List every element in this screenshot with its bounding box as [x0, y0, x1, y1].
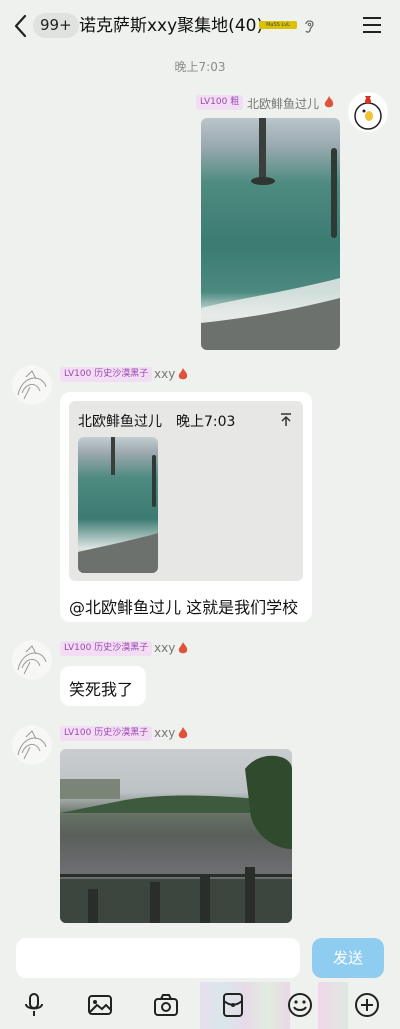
sender-name[interactable]: xxy	[154, 726, 175, 740]
level-badge: LV100 历史沙漠黑子	[60, 726, 153, 741]
emoji-icon[interactable]	[287, 992, 313, 1018]
sender-name[interactable]: xxy	[154, 641, 175, 655]
message-bubble[interactable]: 笑死我了	[60, 666, 146, 706]
sketch-avatar-icon	[17, 730, 47, 760]
menu-icon[interactable]	[362, 16, 382, 34]
level-badge: LV100 历史沙漠黑子	[60, 641, 153, 656]
message-bubble[interactable]: 北欧鲱鱼过儿 晚上7:03 @北欧鲱鱼过儿 这就是我们学校	[60, 392, 312, 622]
penguin-avatar-icon	[354, 96, 382, 130]
group-title: 诺克萨斯xxy聚集地(40)	[79, 16, 264, 36]
message-text: 笑死我了	[69, 680, 134, 699]
group-tag-badge: MaSS LvL	[259, 21, 297, 29]
thumbnail-image	[78, 437, 158, 573]
message-timestamp: 晚上7:03	[174, 60, 226, 74]
flooded-lake-image	[60, 755, 292, 923]
plus-icon[interactable]	[354, 992, 380, 1018]
sender-name[interactable]: 北欧鲱鱼过儿	[247, 95, 319, 112]
level-badge: LV100 粗	[196, 95, 244, 110]
shared-image[interactable]	[201, 118, 340, 350]
mic-icon[interactable]	[21, 992, 47, 1018]
message-input[interactable]	[16, 938, 300, 978]
unread-count-badge[interactable]: 99+	[33, 13, 79, 38]
avatar[interactable]	[12, 640, 52, 680]
send-button[interactable]: 发送	[312, 938, 384, 978]
chat-header: 99+ 诺克萨斯xxy聚集地(40) MaSS LvL	[0, 0, 400, 52]
flame-icon	[178, 642, 188, 654]
flame-icon	[324, 96, 334, 108]
message-input-area: 发送	[0, 932, 400, 982]
camera-icon[interactable]	[153, 992, 179, 1018]
bottom-toolbar	[0, 982, 400, 1029]
quoted-message[interactable]: 北欧鲱鱼过儿 晚上7:03	[69, 401, 303, 581]
level-badge: LV100 历史沙漠黑子	[60, 367, 153, 382]
sketch-avatar-icon	[17, 370, 47, 400]
avatar[interactable]	[12, 365, 52, 405]
quote-time: 晚上7:03	[176, 414, 236, 430]
flooded-street-image	[201, 118, 340, 350]
flame-icon	[178, 727, 188, 739]
shared-image[interactable]	[60, 749, 292, 923]
avatar[interactable]	[12, 725, 52, 765]
image-icon[interactable]	[87, 992, 113, 1018]
quoted-image-thumbnail[interactable]	[78, 437, 158, 573]
decorative-strip	[318, 982, 348, 1029]
sender-name[interactable]: xxy	[154, 367, 175, 381]
jump-to-top-icon[interactable]	[280, 413, 292, 427]
quote-author: 北欧鲱鱼过儿	[78, 414, 162, 430]
avatar[interactable]	[348, 92, 388, 132]
flame-icon	[178, 368, 188, 380]
ear-icon	[305, 20, 314, 33]
red-packet-icon[interactable]	[220, 992, 246, 1018]
message-text: @北欧鲱鱼过儿 这就是我们学校	[69, 598, 299, 617]
back-arrow-icon[interactable]	[12, 14, 30, 38]
sketch-avatar-icon	[17, 645, 47, 675]
